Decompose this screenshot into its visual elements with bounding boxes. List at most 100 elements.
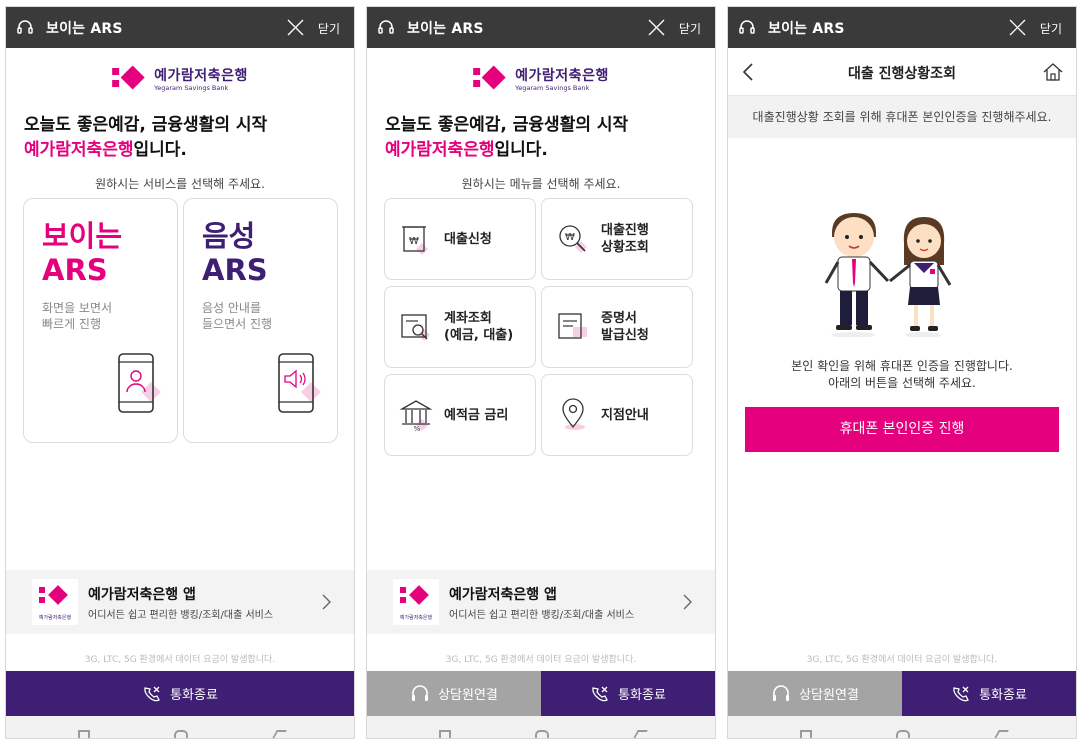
speaker-phone-icon bbox=[278, 353, 321, 413]
auth-message: 본인 확인을 위해 휴대폰 인증을 진행합니다. 아래의 버튼을 선택해 주세요… bbox=[728, 358, 1076, 392]
card-title-line2: ARS bbox=[202, 253, 268, 287]
app-name: 예가람저축은행 앱 bbox=[449, 586, 557, 603]
card-desc-line2: 빠르게 진행 bbox=[42, 317, 102, 331]
welcome-headline: 오늘도 좋은예감, 금융생활의 시작 예가람저축은행입니다. bbox=[385, 113, 628, 163]
app-banner[interactable]: 예가람저축은행 예가람저축은행 앱 어디서든 쉽고 편리한 뱅킹/조회/대출 서… bbox=[367, 570, 715, 634]
menu-loan-status[interactable]: ₩ 대출진행 상황조회 bbox=[541, 198, 693, 280]
close-icon[interactable] bbox=[287, 19, 304, 36]
end-call-button[interactable]: 통화종료 bbox=[541, 671, 715, 716]
headline-brand: 예가람저축은행 bbox=[24, 140, 134, 160]
page-header: 대출 진행상황조회 bbox=[728, 48, 1076, 96]
menu-label: 예적금 금리 bbox=[444, 407, 509, 423]
auth-message-line2: 아래의 버튼을 선택해 주세요. bbox=[828, 376, 976, 390]
end-call-icon bbox=[592, 686, 608, 701]
home-nav-icon[interactable] bbox=[174, 730, 188, 738]
end-call-icon bbox=[953, 686, 969, 701]
bottom-action-bar: 통화종료 bbox=[6, 671, 354, 716]
end-call-icon bbox=[144, 686, 160, 701]
data-charge-notice: 3G, LTC, 5G 환경에서 데이터 요금이 발생합니다. bbox=[84, 655, 276, 665]
home-icon[interactable] bbox=[1042, 61, 1064, 83]
menu-label: 대출진행 상황조회 bbox=[601, 223, 649, 255]
close-icon[interactable] bbox=[1009, 19, 1026, 36]
welcome-headline: 오늘도 좋은예감, 금융생활의 시작 예가람저축은행입니다. bbox=[24, 113, 267, 163]
bank-rate-icon: % bbox=[399, 400, 433, 433]
headset-icon bbox=[739, 19, 755, 34]
close-icon[interactable] bbox=[648, 19, 665, 36]
bottom-action-bar: 상담원연결 통화종료 bbox=[367, 671, 715, 716]
menu-certificate[interactable]: 증명서 발급신청 bbox=[541, 286, 693, 368]
menu-label: 증명서 발급신청 bbox=[601, 311, 649, 343]
agent-connect-label: 상담원연결 bbox=[438, 688, 498, 703]
panel-loan-status-auth: 보이는 ARS 닫기 대출 진행상황조회 대출진행상황 조회를 위해 휴대폰 본… bbox=[727, 6, 1077, 739]
app-title: 보이는 ARS bbox=[407, 20, 484, 37]
menu-label: 대출신청 bbox=[444, 231, 492, 247]
top-bar: 보이는 ARS 닫기 bbox=[6, 7, 354, 48]
back-nav-icon[interactable] bbox=[632, 730, 648, 738]
loan-search-icon: ₩ bbox=[559, 225, 587, 253]
card-title-line2: ARS bbox=[42, 253, 108, 287]
agent-connect-label: 상담원연결 bbox=[799, 688, 859, 703]
data-charge-notice: 3G, LTC, 5G 환경에서 데이터 요금이 발생합니다. bbox=[445, 655, 637, 665]
panel-menu-select: 보이는 ARS 닫기 예가람저축은행 Yegaram Savings Bank … bbox=[366, 6, 716, 739]
top-bar: 보이는 ARS 닫기 bbox=[367, 7, 715, 48]
home-nav-icon[interactable] bbox=[535, 730, 549, 738]
card-title-line1: 보이는 bbox=[42, 219, 123, 253]
agent-connect-button[interactable]: 상담원연결 bbox=[367, 671, 541, 716]
recent-apps-icon[interactable] bbox=[800, 730, 812, 738]
person-phone-icon bbox=[118, 353, 161, 413]
account-lookup-icon bbox=[401, 314, 430, 341]
app-name: 예가람저축은행 앱 bbox=[88, 586, 196, 603]
logo-name: 예가람저축은행 bbox=[154, 68, 248, 84]
agent-connect-button[interactable]: 상담원연결 bbox=[728, 671, 902, 716]
panel-service-select: 보이는 ARS 닫기 예가람저축은행 Yegaram Savings Bank … bbox=[5, 6, 355, 739]
recent-apps-icon[interactable] bbox=[78, 730, 90, 738]
app-banner[interactable]: 예가람저축은행 예가람저축은행 앱 어디서든 쉽고 편리한 뱅킹/조회/대출 서… bbox=[6, 570, 354, 634]
app-logo-caption: 예가람저축은행 bbox=[38, 615, 72, 621]
phone-auth-button[interactable]: 휴대폰 본인인증 진행 bbox=[745, 407, 1059, 452]
service-subtitle: 원하시는 서비스를 선택해 주세요. bbox=[95, 177, 265, 191]
app-title: 보이는 ARS bbox=[768, 20, 845, 37]
close-label[interactable]: 닫기 bbox=[1040, 20, 1062, 37]
menu-loan-apply[interactable]: ₩ 대출신청 bbox=[384, 198, 536, 280]
voice-ars-card[interactable]: 음성 ARS 음성 안내를 들으면서 진행 bbox=[183, 198, 338, 443]
headset-icon bbox=[773, 684, 790, 701]
system-nav-bar bbox=[6, 716, 354, 738]
visible-ars-card[interactable]: 보이는 ARS 화면을 보면서 빠르게 진행 bbox=[23, 198, 178, 443]
logo-name-en: Yegaram Savings Bank bbox=[154, 84, 229, 92]
menu-account-lookup[interactable]: 계좌조회 (예금, 대출) bbox=[384, 286, 536, 368]
app-desc: 어디서든 쉽고 편리한 뱅킹/조회/대출 서비스 bbox=[88, 609, 274, 621]
headline-line1: 오늘도 좋은예감, 금융생활의 시작 bbox=[385, 115, 629, 135]
top-bar: 보이는 ARS 닫기 bbox=[728, 7, 1076, 48]
bank-logo-mark bbox=[112, 64, 148, 92]
headset-icon bbox=[17, 19, 33, 34]
close-label[interactable]: 닫기 bbox=[679, 20, 701, 37]
home-nav-icon[interactable] bbox=[896, 730, 910, 738]
headline-tail: 입니다. bbox=[494, 140, 548, 160]
end-call-label: 통화종료 bbox=[979, 688, 1027, 703]
logo-name: 예가람저축은행 bbox=[515, 68, 609, 84]
chevron-right-icon[interactable] bbox=[322, 594, 332, 610]
end-call-button[interactable]: 통화종료 bbox=[902, 671, 1076, 716]
app-title: 보이는 ARS bbox=[46, 20, 123, 37]
end-call-button[interactable]: 통화종료 bbox=[6, 671, 354, 716]
card-desc-line2: 들으면서 진행 bbox=[202, 317, 273, 331]
logo-name-en: Yegaram Savings Bank bbox=[515, 84, 590, 92]
system-nav-bar bbox=[367, 716, 715, 738]
menu-deposit-rate[interactable]: % 예적금 금리 bbox=[384, 374, 536, 456]
card-desc-line1: 음성 안내를 bbox=[202, 301, 262, 315]
headset-icon bbox=[412, 684, 429, 701]
bank-logo-mark bbox=[473, 64, 509, 92]
close-label[interactable]: 닫기 bbox=[318, 20, 340, 37]
bottom-action-bar: 상담원연결 통화종료 bbox=[728, 671, 1076, 716]
app-logo-icon: 예가람저축은행 bbox=[393, 579, 439, 625]
recent-apps-icon[interactable] bbox=[439, 730, 451, 738]
menu-branch-guide[interactable]: 지점안내 bbox=[541, 374, 693, 456]
back-nav-icon[interactable] bbox=[271, 730, 287, 738]
end-call-label: 통화종료 bbox=[170, 688, 218, 703]
chevron-right-icon[interactable] bbox=[683, 594, 693, 610]
back-nav-icon[interactable] bbox=[993, 730, 1009, 738]
bank-logo: 예가람저축은행 Yegaram Savings Bank bbox=[473, 64, 609, 92]
headline-line1: 오늘도 좋은예감, 금융생활의 시작 bbox=[24, 115, 268, 135]
svg-text:₩: ₩ bbox=[409, 236, 419, 247]
location-pin-icon bbox=[562, 398, 585, 430]
